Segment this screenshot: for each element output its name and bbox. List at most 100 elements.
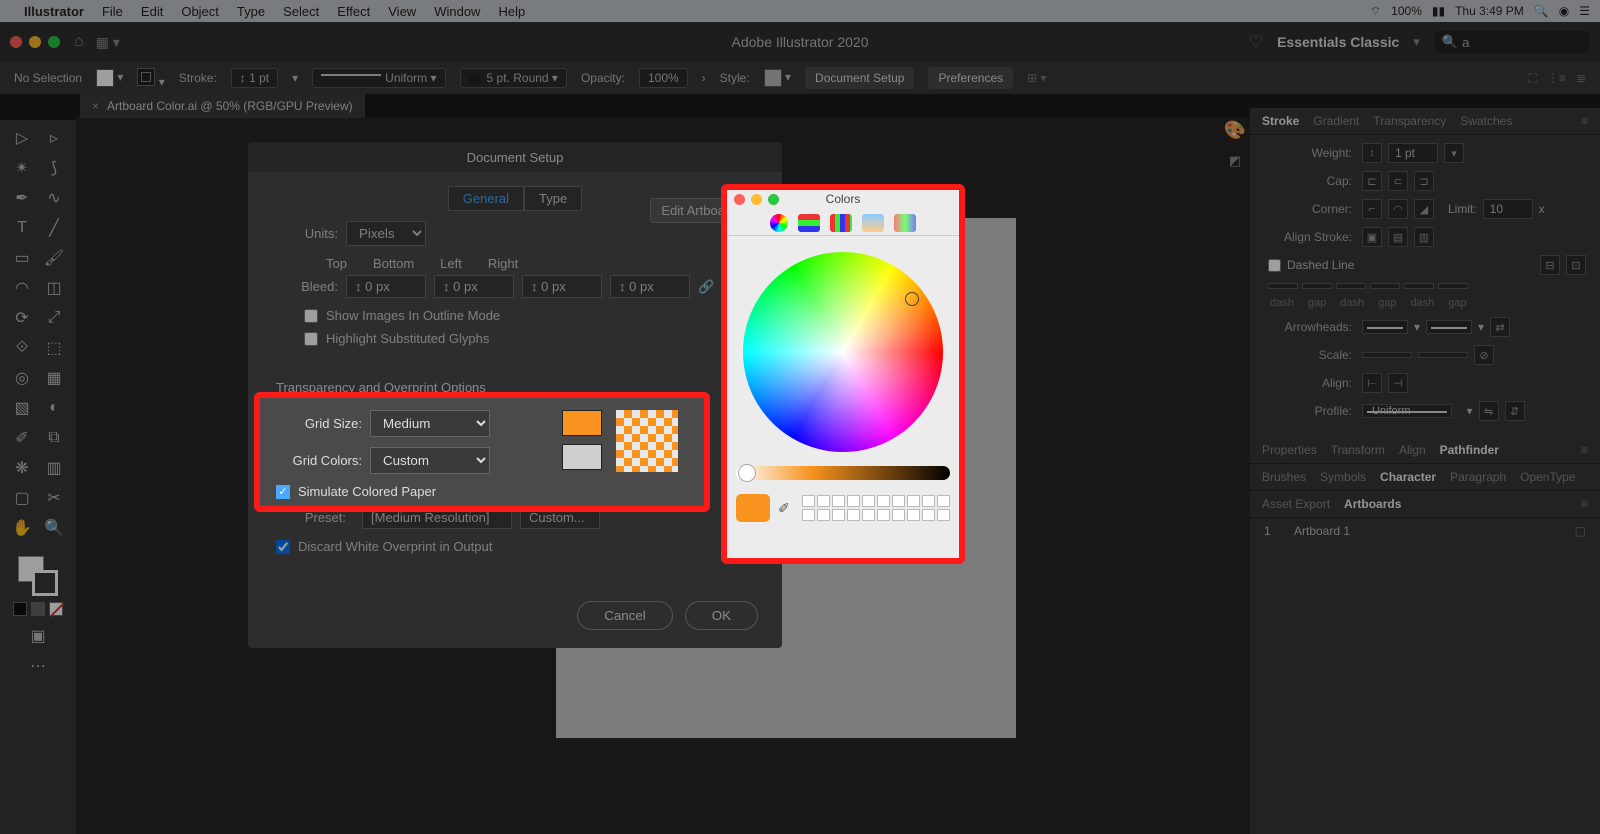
close-icon[interactable] — [10, 36, 22, 48]
menu-help[interactable]: Help — [498, 4, 525, 19]
edit-toolbar-icon[interactable]: ⋯ — [28, 656, 48, 676]
zoom-icon[interactable] — [768, 194, 779, 205]
brush-select[interactable]: 5 pt. Round ▾ — [460, 68, 567, 88]
discard-white-checkbox[interactable] — [276, 540, 290, 554]
cap-square-icon[interactable]: ⊐ — [1414, 171, 1434, 191]
color-wheel[interactable] — [743, 252, 943, 452]
grid-color-2-swatch[interactable] — [562, 444, 602, 470]
scale-start-input[interactable] — [1362, 352, 1412, 358]
link-bleed-icon[interactable]: 🔗 — [698, 279, 714, 295]
weight-input[interactable]: 1 pt — [1388, 143, 1438, 163]
chevron-down-icon[interactable]: ▾ — [292, 71, 298, 85]
scale-end-input[interactable] — [1418, 352, 1468, 358]
wifi-icon[interactable]: ⌔ — [1370, 4, 1381, 19]
rectangle-tool-icon[interactable]: ▭ — [12, 248, 32, 268]
stroke-profile-select[interactable]: Uniform ▾ — [312, 68, 445, 88]
window-traffic-lights[interactable] — [10, 36, 60, 48]
tab-properties[interactable]: Properties — [1262, 443, 1317, 457]
tab-asset-export[interactable]: Asset Export — [1262, 497, 1330, 511]
simulate-paper-checkbox[interactable]: ✓ — [276, 485, 290, 499]
units-select[interactable]: Pixels — [346, 221, 426, 246]
magic-wand-tool-icon[interactable]: ✴ — [12, 158, 32, 178]
tab-opentype[interactable]: OpenType — [1520, 470, 1575, 484]
chevron-down-icon[interactable]: ▾ — [1467, 404, 1473, 418]
search-input[interactable] — [1462, 35, 1582, 50]
gap-input[interactable] — [1302, 283, 1332, 289]
list-icon[interactable]: ☰ — [1579, 4, 1590, 18]
siri-icon[interactable]: ◉ — [1559, 4, 1569, 18]
hand-tool-icon[interactable]: ✋ — [12, 518, 32, 538]
current-color-swatch[interactable] — [736, 494, 770, 522]
workspace-menu[interactable]: Essentials Classic — [1277, 34, 1399, 50]
arrow-end-select[interactable] — [1426, 320, 1472, 334]
stroke-swatch[interactable] — [137, 68, 155, 86]
tab-character[interactable]: Character — [1380, 470, 1436, 484]
arrow-start-select[interactable] — [1362, 320, 1408, 334]
zoom-icon[interactable] — [48, 36, 60, 48]
link-scale-icon[interactable]: ⊘ — [1474, 345, 1494, 365]
align-icon[interactable]: ⊞ ▾ — [1027, 71, 1046, 85]
scale-tool-icon[interactable]: ⤢ — [44, 308, 64, 328]
eraser-tool-icon[interactable]: ◫ — [44, 278, 64, 298]
panel-menu-icon[interactable]: ≡ — [1581, 497, 1588, 511]
cap-butt-icon[interactable]: ⊏ — [1362, 171, 1382, 191]
fill-swatch[interactable] — [96, 69, 114, 87]
chevron-down-icon[interactable]: ▾ — [1413, 34, 1420, 50]
blend-tool-icon[interactable]: ⧉ — [44, 428, 64, 448]
panel-menu-icon[interactable]: ≡ — [1581, 443, 1588, 457]
chevron-right-icon[interactable]: › — [702, 71, 706, 85]
color-mode-icon[interactable] — [13, 602, 27, 616]
perspective-tool-icon[interactable]: ▦ — [44, 368, 64, 388]
dash-align-2-icon[interactable]: ⊡ — [1566, 255, 1586, 275]
bleed-right-input[interactable]: ↕ 0 px — [610, 275, 690, 298]
tab-brushes[interactable]: Brushes — [1262, 470, 1306, 484]
custom-button[interactable]: Custom... — [520, 506, 600, 529]
type-tool-icon[interactable]: T — [12, 218, 32, 238]
grid-colors-select[interactable]: Custom — [370, 447, 490, 474]
align-tip-icon[interactable]: ⊢ — [1362, 373, 1382, 393]
minimize-icon[interactable] — [751, 194, 762, 205]
image-palettes-mode-icon[interactable] — [862, 214, 884, 232]
tab-stroke[interactable]: Stroke — [1262, 114, 1299, 128]
color-sliders-mode-icon[interactable] — [798, 214, 820, 232]
flip-horiz-icon[interactable]: ⇋ — [1479, 401, 1499, 421]
home-icon[interactable]: ⌂ — [74, 33, 84, 51]
corner-bevel-icon[interactable]: ◢ — [1414, 199, 1434, 219]
arrange-documents-icon[interactable]: ▦ ▾ — [96, 34, 120, 51]
tab-swatches[interactable]: Swatches — [1460, 114, 1512, 128]
gap-input-3[interactable] — [1438, 283, 1468, 289]
rotate-tool-icon[interactable]: ⟳ — [12, 308, 32, 328]
tab-general[interactable]: General — [448, 186, 524, 211]
chevron-down-icon[interactable]: ▾ — [1444, 143, 1464, 163]
shape-builder-tool-icon[interactable]: ◎ — [12, 368, 32, 388]
menu-select[interactable]: Select — [283, 4, 319, 19]
ok-button[interactable]: OK — [685, 601, 758, 630]
grid-size-select[interactable]: Medium — [370, 410, 490, 437]
width-tool-icon[interactable]: ⟐ — [12, 338, 32, 358]
gap-input-2[interactable] — [1370, 283, 1400, 289]
clock[interactable]: Thu 3:49 PM — [1455, 4, 1524, 18]
chevron-down-icon[interactable]: ▾ — [1478, 320, 1484, 334]
grid-color-1-swatch[interactable] — [562, 410, 602, 436]
dash-input-3[interactable] — [1404, 283, 1434, 289]
discover-icon[interactable]: ♡ — [1249, 32, 1263, 52]
menu-view[interactable]: View — [388, 4, 416, 19]
preferences-button[interactable]: Preferences — [928, 67, 1013, 89]
artboard-list-row[interactable]: 1 Artboard 1 ▢ — [1250, 518, 1600, 544]
color-wheel-mode-icon[interactable] — [770, 214, 788, 232]
tab-gradient[interactable]: Gradient — [1313, 114, 1359, 128]
slider-thumb[interactable] — [738, 464, 756, 482]
color-panel-icon[interactable]: 🎨 — [1224, 120, 1246, 141]
stroke-weight-input[interactable]: ↕ 1 pt — [231, 68, 278, 88]
menu-type[interactable]: Type — [237, 4, 265, 19]
color-picker-indicator[interactable] — [905, 292, 919, 306]
brightness-slider[interactable] — [736, 466, 950, 480]
dashed-line-checkbox[interactable] — [1268, 259, 1281, 272]
tab-symbols[interactable]: Symbols — [1320, 470, 1366, 484]
lasso-tool-icon[interactable]: ⟆ — [44, 158, 64, 178]
tab-align[interactable]: Align — [1399, 443, 1426, 457]
search-field[interactable]: 🔍 — [1434, 31, 1590, 53]
artboard-tool-icon[interactable]: ▢ — [12, 488, 32, 508]
screen-mode-icon[interactable]: ▣ — [28, 626, 48, 646]
selection-tool-icon[interactable]: ▷ — [12, 128, 32, 148]
